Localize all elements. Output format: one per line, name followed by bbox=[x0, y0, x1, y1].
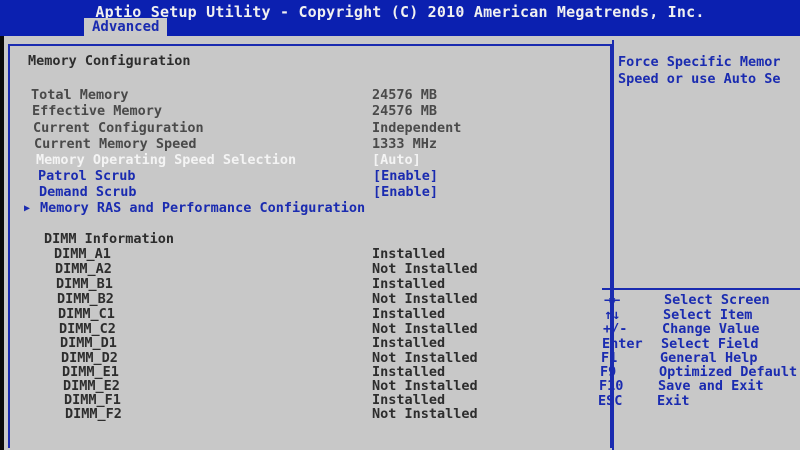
dimm-status: Not Installed bbox=[372, 291, 478, 307]
help-text-line-2: Speed or use Auto Se bbox=[618, 71, 781, 87]
dimm-status: Installed bbox=[372, 335, 446, 351]
info-value-total-memory: 24576 MB bbox=[372, 87, 438, 103]
dimm-status: Installed bbox=[372, 306, 446, 322]
key-desc-change-value: Change Value bbox=[662, 321, 760, 337]
dimm-status: Not Installed bbox=[372, 261, 478, 277]
title-bar: Aptio Setup Utility - Copyright (C) 2010… bbox=[0, 0, 800, 36]
info-label-current-memory-speed: Current Memory Speed bbox=[34, 136, 197, 152]
dimm-status: Installed bbox=[372, 276, 446, 292]
option-demand-scrub[interactable]: Demand Scrub bbox=[39, 184, 137, 200]
dimm-slot: DIMM_A2 bbox=[55, 261, 112, 277]
key-f10: F10 bbox=[599, 378, 624, 394]
dimm-status: Not Installed bbox=[372, 406, 478, 422]
help-text-line-1: Force Specific Memor bbox=[618, 54, 781, 70]
option-patrol-scrub-value[interactable]: [Enable] bbox=[373, 168, 438, 184]
dimm-slot: DIMM_D1 bbox=[60, 335, 117, 351]
key-select-screen-icon: →← bbox=[604, 292, 621, 308]
dimm-slot: DIMM_B1 bbox=[56, 276, 113, 292]
option-patrol-scrub[interactable]: Patrol Scrub bbox=[38, 168, 136, 184]
dimm-slot: DIMM_F2 bbox=[65, 406, 122, 422]
dimm-status: Installed bbox=[372, 246, 446, 262]
option-memory-speed-selection-value[interactable]: [Auto] bbox=[372, 152, 421, 168]
dimm-slot: DIMM_C1 bbox=[58, 306, 115, 322]
key-desc-exit: Exit bbox=[657, 393, 690, 409]
key-desc-select-screen: Select Screen bbox=[664, 292, 770, 308]
option-memory-speed-selection[interactable]: Memory Operating Speed Selection bbox=[36, 152, 296, 168]
info-label-total-memory: Total Memory bbox=[31, 87, 129, 103]
submenu-arrow-icon: ▶ bbox=[24, 203, 31, 214]
dimm-slot: DIMM_B2 bbox=[57, 291, 114, 307]
info-value-effective-memory: 24576 MB bbox=[372, 103, 438, 119]
info-value-current-memory-speed: 1333 MHz bbox=[372, 136, 438, 152]
key-desc-save-and-exit: Save and Exit bbox=[658, 378, 764, 394]
key-change-value: +/- bbox=[603, 321, 628, 337]
info-label-effective-memory: Effective Memory bbox=[32, 103, 163, 119]
dimm-slot: DIMM_A1 bbox=[54, 246, 111, 262]
key-esc: ESC bbox=[598, 393, 623, 409]
section-title: Memory Configuration bbox=[28, 53, 191, 69]
option-demand-scrub-value[interactable]: [Enable] bbox=[373, 184, 438, 200]
keys-divider bbox=[602, 288, 800, 290]
info-label-current-configuration: Current Configuration bbox=[33, 120, 204, 136]
submenu-memory-ras[interactable]: Memory RAS and Performance Configuration bbox=[40, 200, 365, 216]
tab-advanced[interactable]: Advanced bbox=[84, 18, 168, 36]
dimm-info-title: DIMM Information bbox=[44, 231, 175, 247]
info-value-current-configuration: Independent bbox=[372, 120, 462, 136]
